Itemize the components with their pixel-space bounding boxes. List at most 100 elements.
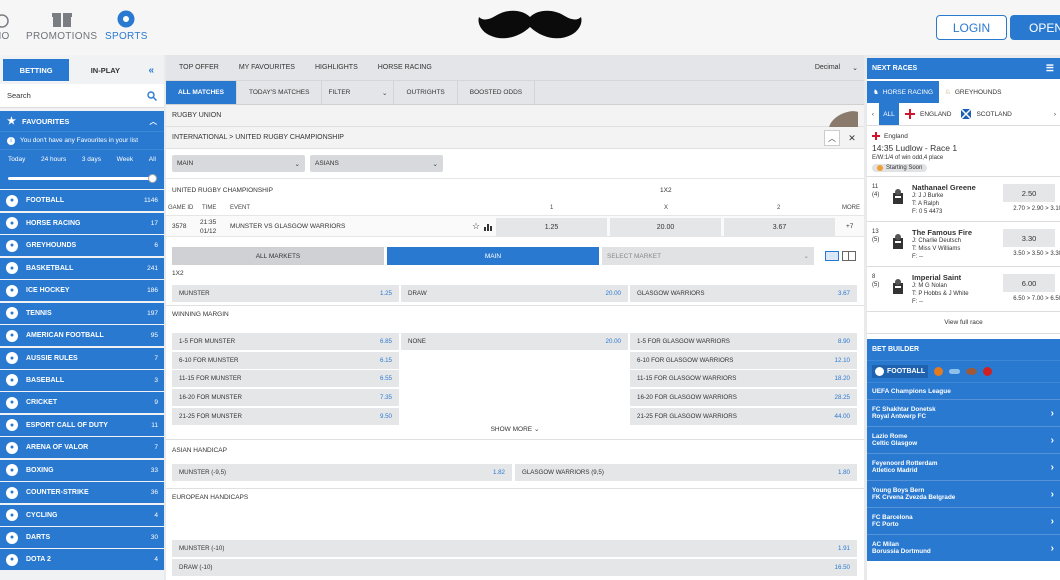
single-column-icon[interactable]	[825, 251, 839, 261]
tab-betting[interactable]: BETTING	[3, 59, 70, 81]
slider-knob[interactable]	[148, 174, 157, 183]
nav-top-offer[interactable]: TOP OFFER	[172, 64, 226, 71]
two-column-icon[interactable]	[842, 251, 856, 261]
sidebar-item-esport-call-of-duty[interactable]: ● ESPORT CALL OF DUTY 11	[0, 414, 164, 436]
sidebar-item-boxing[interactable]: ● BOXING 33	[0, 459, 164, 481]
bb-match-item[interactable]: Lazio Rome Celtic Glasgow ›	[867, 426, 1060, 453]
sidebar-item-counter-strike[interactable]: ● COUNTER-STRIKE 36	[0, 482, 164, 504]
nav-highlights[interactable]: HIGHLIGHTS	[308, 64, 365, 71]
sidebar-item-aussie-rules[interactable]: ● AUSSIE RULES 7	[0, 347, 164, 369]
event-name[interactable]: MUNSTER VS GLASGOW WARRIORS	[230, 223, 345, 230]
bb-match-item[interactable]: Feyenoord Rotterdam Atletico Madrid ›	[867, 453, 1060, 480]
odd-draw[interactable]: 20.00	[610, 218, 721, 236]
tab-all-matches[interactable]: ALL MATCHES	[166, 81, 237, 104]
mustache-logo[interactable]	[477, 9, 583, 45]
time-slider[interactable]	[8, 174, 157, 183]
sidebar-item-cycling[interactable]: ● CYCLING 4	[0, 504, 164, 526]
login-button[interactable]: LOGIN	[936, 15, 1007, 40]
nav-casino[interactable]: NO	[0, 10, 10, 42]
time-today[interactable]: Today	[8, 156, 25, 163]
euro-row-1[interactable]: MUNSTER (-10) 1.91	[172, 540, 857, 557]
rugby-icon[interactable]	[966, 368, 978, 375]
sidebar-item-darts[interactable]: ● DARTS 30	[0, 527, 164, 548]
nav-my-favourites[interactable]: MY FAVOURITES	[232, 64, 302, 71]
odds-format-select[interactable]: Decimal ⌄	[815, 64, 858, 72]
flag-all[interactable]: ALL	[879, 103, 899, 125]
sidebar-item-baseball[interactable]: ● BASEBALL 3	[0, 369, 164, 391]
runner-odd-button[interactable]: 2.50	[1003, 184, 1055, 202]
more-markets[interactable]: +7	[846, 223, 853, 230]
asian-home[interactable]: MUNSTER (-9,5) 1.82	[172, 464, 512, 481]
market-1x2-home[interactable]: MUNSTER 1.25	[172, 285, 399, 302]
bb-match-item[interactable]: FC Shakhtar Donetsk Royal Antwerp FC ›	[867, 399, 1060, 426]
runner-odd-button[interactable]: 3.30	[1003, 229, 1055, 247]
wm-away-5[interactable]: 21-25 FOR GLASGOW WARRIORS 44.00	[630, 407, 857, 425]
odd-away[interactable]: 3.67	[724, 218, 835, 236]
wm-away-1[interactable]: 1-5 FOR GLASGOW WARRIORS 8.90	[630, 333, 857, 350]
euro-row-2[interactable]: DRAW (-10) 16.50	[172, 559, 857, 576]
flag-england[interactable]: ENGLAND	[905, 109, 951, 119]
chevron-right-icon[interactable]: ›	[1054, 111, 1056, 118]
sidebar-item-tennis[interactable]: ● TENNIS 197	[0, 302, 164, 324]
open-account-button[interactable]: OPEN	[1010, 15, 1060, 40]
tab-main-markets[interactable]: MAIN	[387, 247, 599, 265]
time-all[interactable]: All	[149, 156, 156, 163]
stats-icon[interactable]	[484, 223, 492, 231]
ice-hockey-icon[interactable]	[949, 369, 961, 374]
race-title[interactable]: 14:35 Ludlow - Race 1	[872, 143, 1055, 153]
wm-away-4[interactable]: 16-20 FOR GLASGOW WARRIORS 28.25	[630, 389, 857, 407]
flag-scotland[interactable]: SCOTLAND	[961, 109, 1012, 119]
filter-list-icon[interactable]: ☰	[1046, 63, 1054, 74]
time-week[interactable]: Week	[117, 156, 134, 163]
wm-home-1[interactable]: 1-5 FOR MUNSTER 6.85	[172, 333, 399, 350]
basketball-icon[interactable]	[934, 367, 944, 376]
sidebar-item-ice-hockey[interactable]: ● ICE HOCKEY 186	[0, 280, 164, 302]
view-full-race-link[interactable]: View full race	[867, 312, 1060, 334]
bb-sport-football[interactable]: FOOTBALL	[872, 365, 929, 378]
baseball-icon[interactable]	[983, 367, 993, 376]
wm-home-3[interactable]: 11-15 FOR MUNSTER 6.55	[172, 370, 399, 388]
tab-outrights[interactable]: OUTRIGHTS	[394, 81, 458, 104]
sidebar-item-basketball[interactable]: ● BASKETBALL 241	[0, 257, 164, 279]
wm-away-3[interactable]: 11-15 FOR GLASGOW WARRIORS 18.20	[630, 370, 857, 388]
wm-home-2[interactable]: 6-10 FOR MUNSTER 6.15	[172, 351, 399, 369]
sidebar-item-dota-2[interactable]: ● DOTA 2 4	[0, 549, 164, 571]
bb-match-item[interactable]: AC Milan Borussia Dortmund ›	[867, 534, 1060, 561]
tab-all-markets[interactable]: ALL MARKETS	[172, 247, 384, 265]
runner-odd-button[interactable]: 6.00	[1003, 274, 1055, 292]
wm-home-5[interactable]: 21-25 FOR MUNSTER 9.50	[172, 407, 399, 425]
search-icon[interactable]	[147, 90, 157, 101]
table-row[interactable]: 3578 21:35 01/12 MUNSTER VS GLASGOW WARRI…	[166, 215, 864, 237]
asians-select[interactable]: ASIANS ⌄	[310, 155, 443, 172]
collapse-icon[interactable]: «	[142, 59, 161, 81]
tab-inplay[interactable]: IN-PLAY	[72, 59, 138, 81]
breadcrumb[interactable]: INTERNATIONAL > UNITED RUGBY CHAMPIONSHI…	[172, 134, 344, 141]
search-input[interactable]: Search	[0, 84, 164, 108]
main-select[interactable]: MAIN ⌄	[172, 155, 305, 172]
favourites-header[interactable]: ★ FAVOURITES ︿	[0, 111, 164, 131]
chevron-up-icon[interactable]: ︿	[824, 130, 840, 146]
sidebar-item-arena-of-valor[interactable]: ● ARENA OF VALOR 7	[0, 437, 164, 459]
chevron-left-icon[interactable]: ‹	[867, 111, 879, 118]
time-3days[interactable]: 3 days	[82, 156, 101, 163]
time-24h[interactable]: 24 hours	[41, 156, 66, 163]
close-icon[interactable]: ✕	[844, 130, 860, 146]
nav-horse-racing[interactable]: HORSE RACING	[371, 64, 439, 71]
market-1x2-away[interactable]: GLASGOW WARRIORS 3.67	[630, 285, 857, 302]
sidebar-item-american-football[interactable]: ● AMERICAN FOOTBALL 95	[0, 325, 164, 347]
wm-home-4[interactable]: 16-20 FOR MUNSTER 7.35	[172, 389, 399, 407]
nav-promotions[interactable]: PROMOTIONS	[26, 10, 97, 42]
show-more-button[interactable]: SHOW MORE ⌄	[166, 425, 864, 433]
sidebar-item-cricket[interactable]: ● CRICKET 9	[0, 392, 164, 414]
favourite-star-icon[interactable]: ☆	[472, 221, 480, 232]
tab-boosted-odds[interactable]: BOOSTED ODDS	[458, 81, 536, 104]
tab-greyhounds[interactable]: ♘ GREYHOUNDS	[939, 81, 1007, 103]
bb-match-item[interactable]: Young Boys Bern FK Crvena Zvezda Belgrade…	[867, 480, 1060, 507]
sidebar-item-football[interactable]: ● FOOTBALL 1146	[0, 190, 164, 212]
asian-away[interactable]: GLASGOW WARRIORS (9,5) 1.80	[515, 464, 857, 481]
market-1x2-draw[interactable]: DRAW 20.00	[401, 285, 628, 302]
sidebar-item-greyhounds[interactable]: ● GREYHOUNDS 6	[0, 235, 164, 257]
tab-horse-racing[interactable]: ♞ HORSE RACING	[867, 81, 940, 103]
filter-dropdown[interactable]: FILTER ⌄	[322, 81, 395, 104]
nav-sports[interactable]: SPORTS	[105, 10, 148, 42]
